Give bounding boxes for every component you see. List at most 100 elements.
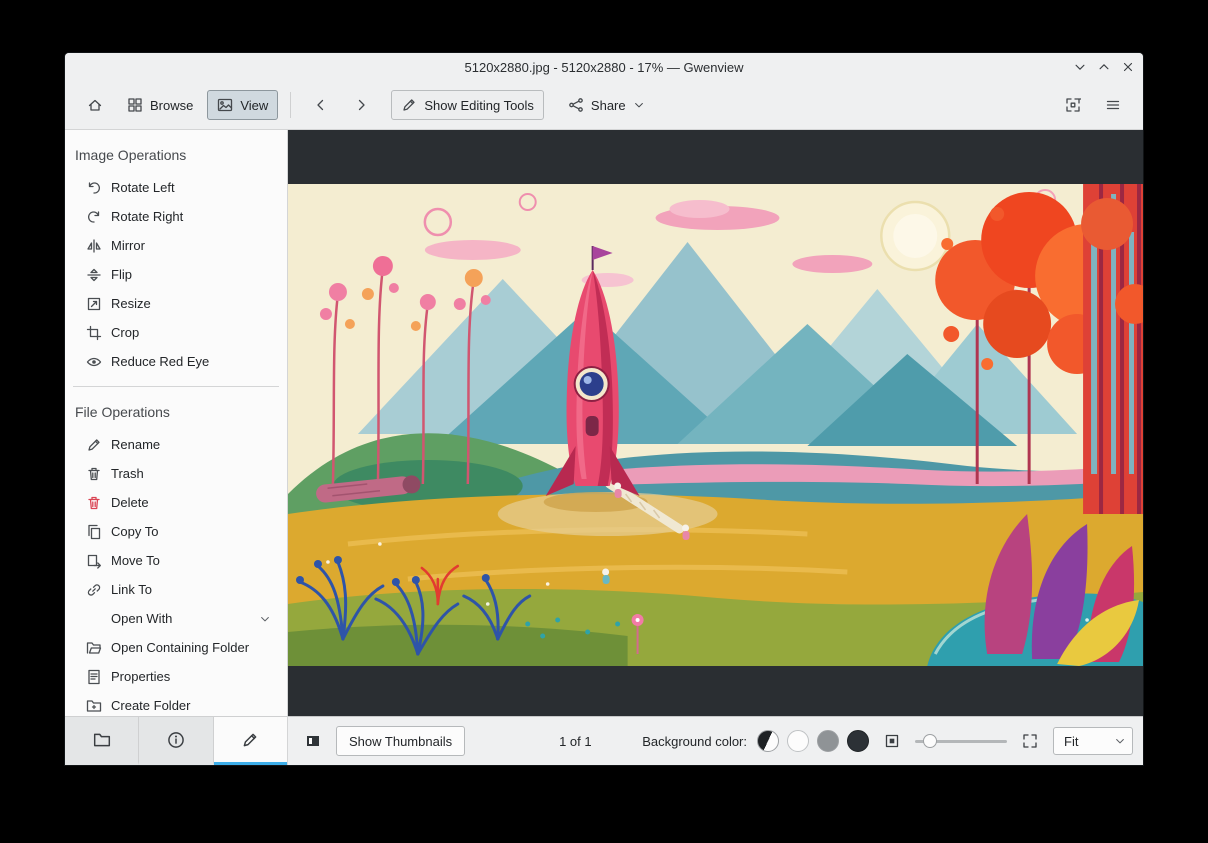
show-thumbnails-label: Show Thumbnails <box>349 733 453 749</box>
zoom-slider-handle[interactable] <box>923 734 937 748</box>
tab-operations[interactable] <box>213 717 287 765</box>
gwenview-window: 5120x2880.jpg - 5120x2880 - 17% — Gwenvi… <box>65 53 1143 765</box>
minimize-button[interactable] <box>1071 58 1089 76</box>
bg-color-white-swatch[interactable] <box>787 730 809 752</box>
bg-color-black-swatch[interactable] <box>847 730 869 752</box>
item-label: Copy To <box>111 524 159 539</box>
rename-icon <box>86 437 102 453</box>
item-label: Create Folder <box>111 698 191 713</box>
zoom-slider[interactable] <box>915 731 1007 751</box>
titlebar[interactable]: 5120x2880.jpg - 5120x2880 - 17% — Gwenvi… <box>65 53 1143 81</box>
window-title: 5120x2880.jpg - 5120x2880 - 17% — Gwenvi… <box>464 59 744 75</box>
item-label: Reduce Red Eye <box>111 354 210 369</box>
edit-pencil-icon <box>241 731 259 749</box>
image-icon <box>217 97 233 113</box>
show-thumbnails-button[interactable]: Show Thumbnails <box>336 726 466 756</box>
item-label: Mirror <box>111 238 145 253</box>
item-label: Crop <box>111 325 140 340</box>
show-editing-tools-button[interactable]: Show Editing Tools <box>391 90 544 120</box>
browse-label: Browse <box>150 97 194 113</box>
item-label: Rename <box>111 437 161 452</box>
zoom-fit-button[interactable] <box>877 726 907 756</box>
sidebar-toggle-icon <box>305 733 321 749</box>
page-indicator: 1 of 1 <box>559 733 592 749</box>
close-button[interactable] <box>1119 58 1137 76</box>
forward-button[interactable] <box>343 90 379 120</box>
close-icon <box>1121 60 1135 74</box>
show-editing-tools-label: Show Editing Tools <box>424 97 534 113</box>
image-operations-heading: Image Operations <box>75 147 187 163</box>
item-label: Open With <box>111 611 173 626</box>
sidebar-item-link-to[interactable]: Link To <box>65 575 287 604</box>
hamburger-menu-icon <box>1105 97 1121 113</box>
shrink-frame-icon <box>1065 97 1081 113</box>
maximize-button[interactable] <box>1095 58 1113 76</box>
flip-icon <box>86 267 102 283</box>
zoom-mode-select[interactable]: Fit <box>1053 727 1133 755</box>
view-button[interactable]: View <box>207 90 279 120</box>
item-label: Rotate Left <box>111 180 175 195</box>
item-label: Link To <box>111 582 152 597</box>
folder-open-icon <box>86 640 102 656</box>
share-icon <box>568 97 584 113</box>
sidebar-item-open-with[interactable]: Open With <box>65 604 287 633</box>
sidebar-toggle-button[interactable] <box>298 726 328 756</box>
menu-button[interactable] <box>1095 90 1131 120</box>
sidebar-item-open-containing-folder[interactable]: Open Containing Folder <box>65 633 287 662</box>
mirror-icon <box>86 238 102 254</box>
displayed-image[interactable] <box>288 184 1143 666</box>
share-label: Share <box>590 97 626 113</box>
fit-window-button[interactable] <box>1055 90 1091 120</box>
sidebar-item-trash[interactable]: Trash <box>65 459 287 488</box>
actual-size-button[interactable] <box>1015 726 1045 756</box>
move-icon <box>86 553 102 569</box>
sidebar-item-rotate-left[interactable]: Rotate Left <box>65 173 287 202</box>
chevron-left-icon <box>313 97 329 113</box>
red-eye-icon <box>86 354 102 370</box>
link-icon <box>86 582 102 598</box>
window-controls <box>1071 53 1137 81</box>
chevron-down-icon <box>1073 60 1087 74</box>
properties-icon <box>86 669 102 685</box>
folder-icon <box>93 731 111 749</box>
toolbar-separator <box>290 92 292 118</box>
sidebar-item-rotate-right[interactable]: Rotate Right <box>65 202 287 231</box>
statusbar-right-group: Background color: Fit <box>642 726 1133 756</box>
trash-icon <box>86 466 102 482</box>
resize-icon <box>86 296 102 312</box>
chevron-down-icon <box>1114 735 1126 747</box>
bg-color-gray-swatch[interactable] <box>817 730 839 752</box>
view-label: View <box>240 97 269 113</box>
tab-folders[interactable] <box>65 717 140 765</box>
sidebar-item-properties[interactable]: Properties <box>65 662 287 691</box>
sidebar-divider <box>73 386 279 387</box>
sidebar-item-reduce-red-eye[interactable]: Reduce Red Eye <box>65 347 287 376</box>
home-button[interactable] <box>77 90 113 120</box>
sidebar-item-mirror[interactable]: Mirror <box>65 231 287 260</box>
folder-new-icon <box>86 698 102 714</box>
sidebar-item-resize[interactable]: Resize <box>65 289 287 318</box>
sidebar-item-copy-to[interactable]: Copy To <box>65 517 287 546</box>
sidebar: Image Operations Rotate Left Rotate Righ… <box>65 130 288 765</box>
sidebar-content: Image Operations Rotate Left Rotate Righ… <box>65 130 287 716</box>
back-button[interactable] <box>303 90 339 120</box>
rotate-left-icon <box>86 180 102 196</box>
sidebar-item-create-folder[interactable]: Create Folder <box>65 691 287 716</box>
tab-information[interactable] <box>139 717 214 765</box>
item-label: Move To <box>111 553 160 568</box>
rotate-right-icon <box>86 209 102 225</box>
sidebar-item-rename[interactable]: Rename <box>65 430 287 459</box>
copy-icon <box>86 524 102 540</box>
sidebar-item-move-to[interactable]: Move To <box>65 546 287 575</box>
info-icon <box>167 731 185 749</box>
main-toolbar: Browse View Show Editing Tools Share <box>65 81 1143 130</box>
sidebar-item-crop[interactable]: Crop <box>65 318 287 347</box>
browse-button[interactable]: Browse <box>117 90 203 120</box>
home-icon <box>87 97 103 113</box>
sidebar-item-flip[interactable]: Flip <box>65 260 287 289</box>
delete-icon <box>86 495 102 511</box>
share-button[interactable]: Share <box>558 90 655 120</box>
chevron-down-icon <box>259 613 271 625</box>
bg-color-auto-swatch[interactable] <box>757 730 779 752</box>
sidebar-item-delete[interactable]: Delete <box>65 488 287 517</box>
